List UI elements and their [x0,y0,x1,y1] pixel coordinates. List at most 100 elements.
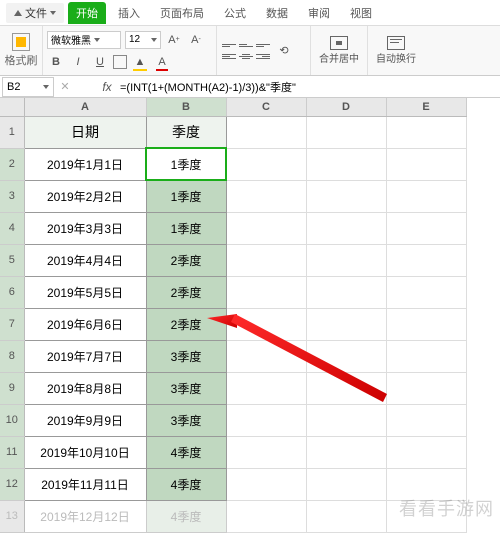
tab-review[interactable]: 审阅 [300,2,338,24]
cell[interactable]: 日期 [24,116,146,148]
col-header-d[interactable]: D [306,98,386,116]
cell[interactable]: 2019年4月4日 [24,244,146,276]
cell[interactable]: 2019年8月8日 [24,372,146,404]
cell[interactable] [386,276,466,308]
name-box[interactable]: B2 [2,77,54,97]
cell[interactable] [226,340,306,372]
cell[interactable] [226,500,306,532]
cell[interactable]: 2019年12月12日 [24,500,146,532]
cell[interactable] [226,276,306,308]
cell[interactable] [226,308,306,340]
font-size-select[interactable]: 12 [125,31,161,49]
cell[interactable]: 2季度 [146,308,226,340]
decrease-font-button[interactable]: A- [187,31,205,49]
row-header[interactable]: 1 [0,116,24,148]
cell[interactable] [386,340,466,372]
fx-icon[interactable]: fx [98,80,116,94]
align-bottom-button[interactable] [255,40,271,50]
select-all-corner[interactable] [0,98,24,116]
italic-button[interactable]: I [69,53,87,71]
row-header[interactable]: 3 [0,180,24,212]
tab-data[interactable]: 数据 [258,2,296,24]
row-header[interactable]: 9 [0,372,24,404]
cell[interactable] [226,372,306,404]
row-header[interactable]: 12 [0,468,24,500]
align-right-button[interactable] [255,51,271,61]
tab-formulas[interactable]: 公式 [216,2,254,24]
formula-input[interactable]: =(INT(1+(MONTH(A2)-1)/3))&"季度" [116,79,500,95]
cell[interactable] [386,116,466,148]
file-menu[interactable]: 文件 [6,3,64,23]
row-header[interactable]: 6 [0,276,24,308]
cell[interactable]: 2019年10月10日 [24,436,146,468]
cell[interactable] [306,308,386,340]
cell[interactable] [226,436,306,468]
cell[interactable] [306,276,386,308]
tab-page-layout[interactable]: 页面布局 [152,2,212,24]
cell[interactable] [386,404,466,436]
align-center-button[interactable] [238,51,254,61]
bold-button[interactable]: B [47,53,65,71]
row-header[interactable]: 7 [0,308,24,340]
col-header-b[interactable]: B [146,98,226,116]
cell[interactable] [386,372,466,404]
row-header[interactable]: 13 [0,500,24,532]
cell-active[interactable]: 1季度 [146,148,226,180]
cell[interactable] [306,468,386,500]
cell[interactable]: 1季度 [146,212,226,244]
cell[interactable]: 2019年6月6日 [24,308,146,340]
font-name-select[interactable]: 微软雅黑 [47,31,121,49]
cell[interactable] [306,372,386,404]
cell[interactable] [386,180,466,212]
align-left-button[interactable] [221,51,237,61]
cell[interactable] [386,148,466,180]
cell[interactable]: 2季度 [146,244,226,276]
cell[interactable]: 3季度 [146,340,226,372]
orientation-button[interactable]: ⟲ [275,42,293,60]
cell[interactable] [306,148,386,180]
cell[interactable] [386,436,466,468]
row-header[interactable]: 11 [0,436,24,468]
cell[interactable] [306,340,386,372]
format-painter-button[interactable]: 格式刷 [4,33,38,68]
fill-color-button[interactable]: ▲ [131,53,149,71]
cell[interactable] [226,212,306,244]
fx-cancel-icon[interactable]: ✕ [56,78,74,96]
cell[interactable]: 3季度 [146,372,226,404]
cell[interactable]: 4季度 [146,436,226,468]
tab-insert[interactable]: 插入 [110,2,148,24]
font-color-button[interactable]: A [153,53,171,71]
row-header[interactable]: 5 [0,244,24,276]
cell[interactable]: 2019年5月5日 [24,276,146,308]
cell[interactable] [306,436,386,468]
cell[interactable]: 2019年9月9日 [24,404,146,436]
cell[interactable]: 4季度 [146,500,226,532]
cell[interactable]: 3季度 [146,404,226,436]
cell[interactable]: 2季度 [146,276,226,308]
cell[interactable]: 2019年3月3日 [24,212,146,244]
underline-button[interactable]: U [91,53,109,71]
cell[interactable] [306,244,386,276]
cell[interactable]: 2019年7月7日 [24,340,146,372]
row-header[interactable]: 10 [0,404,24,436]
cell[interactable]: 2019年1月1日 [24,148,146,180]
cell[interactable] [226,180,306,212]
merge-center-button[interactable]: 合并居中 [315,36,363,65]
cell[interactable] [306,500,386,532]
align-middle-button[interactable] [238,40,254,50]
row-header[interactable]: 2 [0,148,24,180]
cell[interactable] [226,404,306,436]
col-header-a[interactable]: A [24,98,146,116]
cell[interactable]: 4季度 [146,468,226,500]
cell[interactable] [306,404,386,436]
row-header[interactable]: 8 [0,340,24,372]
cell[interactable] [226,244,306,276]
cell[interactable] [386,244,466,276]
cell[interactable]: 1季度 [146,180,226,212]
cell[interactable] [386,212,466,244]
cell[interactable] [306,116,386,148]
borders-button[interactable] [113,55,127,69]
cell[interactable]: 季度 [146,116,226,148]
col-header-c[interactable]: C [226,98,306,116]
cell[interactable] [386,308,466,340]
